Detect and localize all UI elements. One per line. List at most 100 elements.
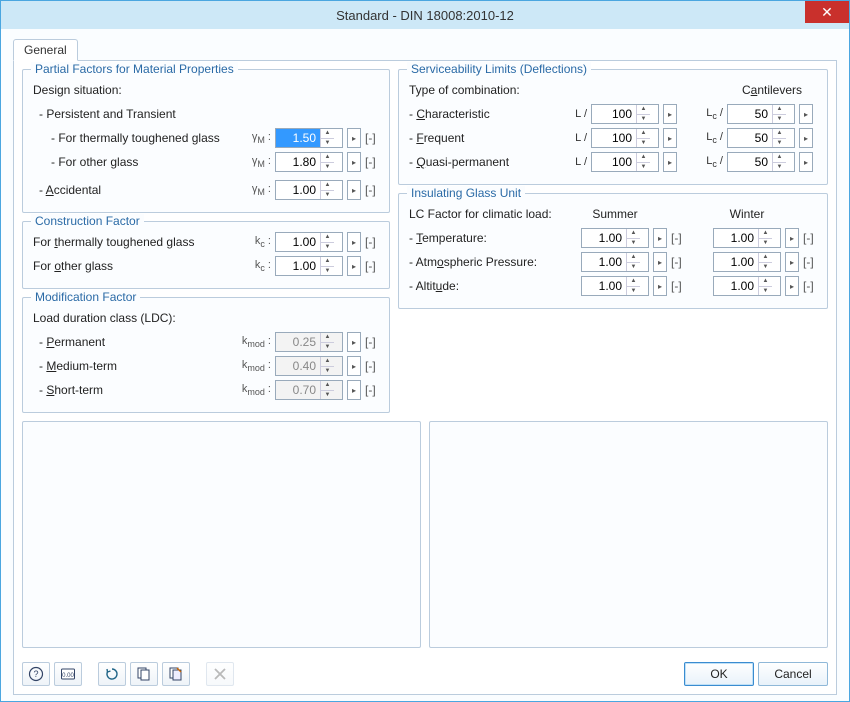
spin-up-icon[interactable]: ▲	[773, 153, 786, 163]
spin-alt-winter[interactable]: ▲▼	[713, 276, 781, 296]
spin-down-icon[interactable]: ▼	[321, 267, 334, 276]
input-quasi-Lc[interactable]	[728, 153, 772, 171]
picker-button[interactable]: ▸	[347, 256, 361, 276]
tab-general[interactable]: General	[13, 39, 78, 61]
picker-button[interactable]: ▸	[663, 128, 677, 148]
spin-down-icon[interactable]: ▼	[321, 343, 334, 352]
input-atm-winter[interactable]	[714, 253, 758, 271]
spin-down-icon[interactable]: ▼	[637, 163, 650, 172]
spin-mod-permanent[interactable]: ▲▼	[275, 332, 343, 352]
help-button[interactable]: ?	[22, 662, 50, 686]
input-partial-thermal[interactable]	[276, 129, 320, 147]
spin-char-Lc[interactable]: ▲▼	[727, 104, 795, 124]
spin-down-icon[interactable]: ▼	[773, 139, 786, 148]
spin-down-icon[interactable]: ▼	[759, 263, 772, 272]
spin-up-icon[interactable]: ▲	[627, 229, 640, 239]
input-quasi-L[interactable]	[592, 153, 636, 171]
spin-up-icon[interactable]: ▲	[321, 257, 334, 267]
picker-button[interactable]: ▸	[799, 152, 813, 172]
spin-down-icon[interactable]: ▼	[637, 139, 650, 148]
spin-alt-summer[interactable]: ▲▼	[581, 276, 649, 296]
spin-partial-thermal[interactable]: ▲▼	[275, 128, 343, 148]
spin-partial-other[interactable]: ▲▼	[275, 152, 343, 172]
default-button[interactable]	[98, 662, 126, 686]
picker-button[interactable]: ▸	[785, 252, 799, 272]
spin-up-icon[interactable]: ▲	[321, 153, 334, 163]
copy-button[interactable]	[130, 662, 158, 686]
spin-up-icon[interactable]: ▲	[759, 277, 772, 287]
spin-down-icon[interactable]: ▼	[637, 115, 650, 124]
input-atm-summer[interactable]	[582, 253, 626, 271]
spin-up-icon[interactable]: ▲	[321, 333, 334, 343]
picker-button[interactable]: ▸	[347, 356, 361, 376]
spin-up-icon[interactable]: ▲	[321, 129, 334, 139]
picker-button[interactable]: ▸	[347, 152, 361, 172]
spin-mod-medium[interactable]: ▲▼	[275, 356, 343, 376]
spin-down-icon[interactable]: ▼	[321, 163, 334, 172]
spin-down-icon[interactable]: ▼	[627, 239, 640, 248]
spin-up-icon[interactable]: ▲	[759, 229, 772, 239]
input-freq-Lc[interactable]	[728, 129, 772, 147]
picker-button[interactable]: ▸	[347, 180, 361, 200]
close-button[interactable]: ✕	[805, 1, 849, 23]
input-alt-summer[interactable]	[582, 277, 626, 295]
picker-button[interactable]: ▸	[785, 228, 799, 248]
spin-temp-winter[interactable]: ▲▼	[713, 228, 781, 248]
spin-partial-accidental[interactable]: ▲▼	[275, 180, 343, 200]
spin-down-icon[interactable]: ▼	[627, 287, 640, 296]
spin-down-icon[interactable]: ▼	[321, 391, 334, 400]
spin-up-icon[interactable]: ▲	[773, 129, 786, 139]
picker-button[interactable]: ▸	[799, 128, 813, 148]
units-button[interactable]: 0.00	[54, 662, 82, 686]
picker-button[interactable]: ▸	[347, 128, 361, 148]
picker-button[interactable]: ▸	[663, 152, 677, 172]
spin-up-icon[interactable]: ▲	[637, 153, 650, 163]
cancel-button[interactable]: Cancel	[758, 662, 828, 686]
spin-quasi-Lc[interactable]: ▲▼	[727, 152, 795, 172]
picker-button[interactable]: ▸	[347, 232, 361, 252]
spin-down-icon[interactable]: ▼	[773, 115, 786, 124]
spin-down-icon[interactable]: ▼	[759, 287, 772, 296]
input-temp-winter[interactable]	[714, 229, 758, 247]
spin-down-icon[interactable]: ▼	[627, 263, 640, 272]
spin-up-icon[interactable]: ▲	[637, 129, 650, 139]
spin-up-icon[interactable]: ▲	[759, 253, 772, 263]
input-alt-winter[interactable]	[714, 277, 758, 295]
spin-mod-short[interactable]: ▲▼	[275, 380, 343, 400]
input-cf-thermal[interactable]	[276, 233, 320, 251]
input-temp-summer[interactable]	[582, 229, 626, 247]
spin-char-L[interactable]: ▲▼	[591, 104, 659, 124]
spin-up-icon[interactable]: ▲	[773, 105, 786, 115]
spin-up-icon[interactable]: ▲	[321, 357, 334, 367]
input-cf-other[interactable]	[276, 257, 320, 275]
ok-button[interactable]: OK	[684, 662, 754, 686]
spin-down-icon[interactable]: ▼	[321, 139, 334, 148]
paste-button[interactable]	[162, 662, 190, 686]
spin-up-icon[interactable]: ▲	[627, 253, 640, 263]
input-char-L[interactable]	[592, 105, 636, 123]
input-freq-L[interactable]	[592, 129, 636, 147]
spin-up-icon[interactable]: ▲	[321, 233, 334, 243]
spin-quasi-L[interactable]: ▲▼	[591, 152, 659, 172]
spin-atm-winter[interactable]: ▲▼	[713, 252, 781, 272]
picker-button[interactable]: ▸	[653, 276, 667, 296]
spin-down-icon[interactable]: ▼	[321, 367, 334, 376]
picker-button[interactable]: ▸	[347, 380, 361, 400]
picker-button[interactable]: ▸	[663, 104, 677, 124]
spin-freq-Lc[interactable]: ▲▼	[727, 128, 795, 148]
spin-down-icon[interactable]: ▼	[773, 163, 786, 172]
input-partial-accidental[interactable]	[276, 181, 320, 199]
spin-up-icon[interactable]: ▲	[321, 181, 334, 191]
spin-down-icon[interactable]: ▼	[321, 243, 334, 252]
picker-button[interactable]: ▸	[653, 228, 667, 248]
picker-button[interactable]: ▸	[347, 332, 361, 352]
spin-atm-summer[interactable]: ▲▼	[581, 252, 649, 272]
picker-button[interactable]: ▸	[799, 104, 813, 124]
spin-down-icon[interactable]: ▼	[759, 239, 772, 248]
spin-cf-other[interactable]: ▲▼	[275, 256, 343, 276]
spin-down-icon[interactable]: ▼	[321, 191, 334, 200]
picker-button[interactable]: ▸	[653, 252, 667, 272]
input-char-Lc[interactable]	[728, 105, 772, 123]
spin-up-icon[interactable]: ▲	[627, 277, 640, 287]
picker-button[interactable]: ▸	[785, 276, 799, 296]
